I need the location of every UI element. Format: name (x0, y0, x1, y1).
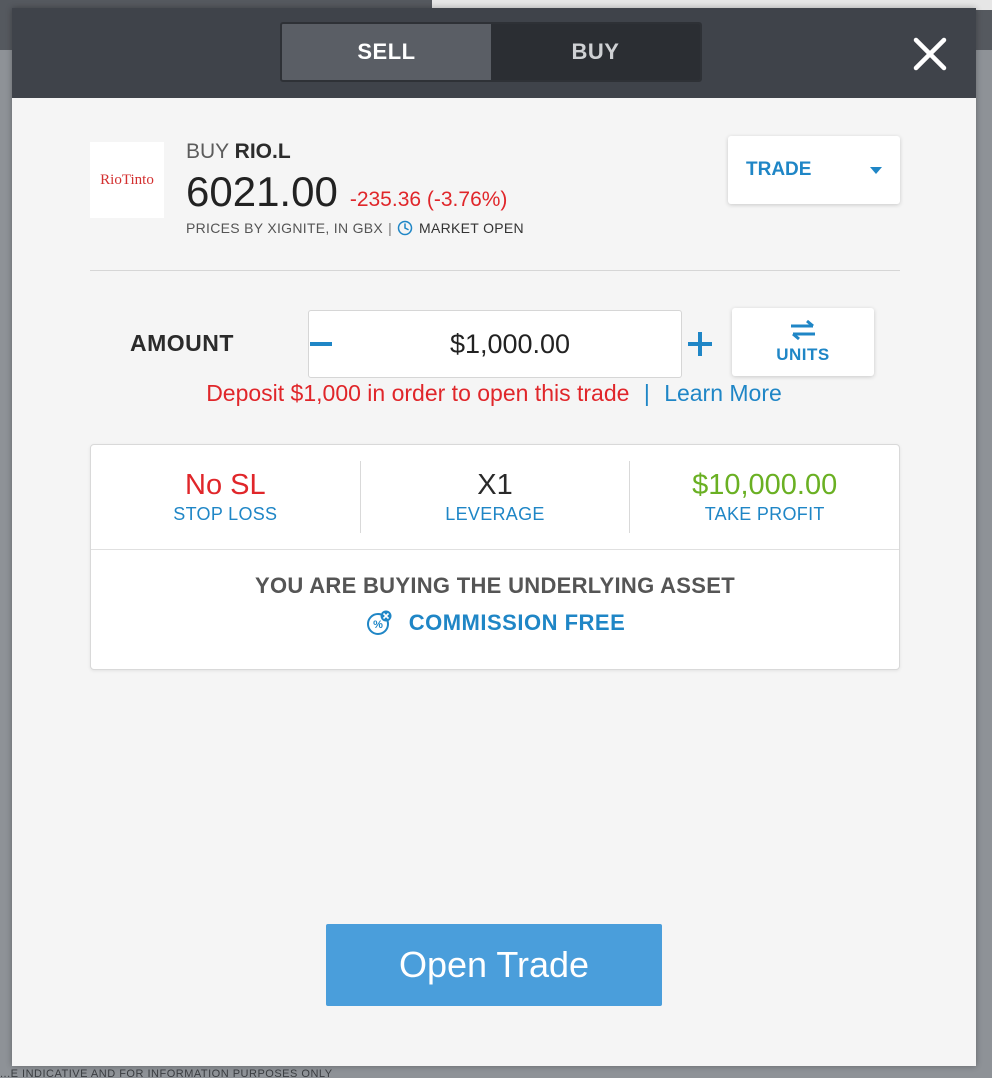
price-change: -235.36 (-3.76%) (349, 188, 508, 211)
section-divider (90, 270, 900, 271)
open-trade-button[interactable]: Open Trade (326, 924, 662, 1006)
trade-modal: SELL BUY RioTinto BUY RIO.L 6021.00 -235… (12, 8, 976, 1066)
order-type-label: TRADE (746, 159, 812, 180)
underlying-asset-notice: YOU ARE BUYING THE UNDERLYING ASSET (255, 573, 735, 598)
units-label: UNITS (776, 345, 830, 364)
take-profit-label: TAKE PROFIT (704, 504, 825, 524)
take-profit-setting[interactable]: $10,000.00 TAKE PROFIT (630, 445, 899, 549)
ticker-symbol: RIO.L (234, 140, 291, 163)
price-meta: PRICES BY XIGNITE, IN GBX | MARKET OPEN (186, 220, 524, 236)
commission-free-icon: % (366, 610, 392, 635)
learn-more-link[interactable]: Learn More (664, 380, 782, 406)
price-line: 6021.00 -235.36 (-3.76%) (186, 168, 507, 216)
take-profit-value: $10,000.00 (692, 469, 838, 501)
trade-stats-row: No SL STOP LOSS X1 LEVERAGE $10,000.00 T… (91, 445, 899, 549)
svg-text:%: % (373, 619, 383, 631)
sell-buy-toggle: SELL BUY (280, 22, 702, 82)
logo-text: RioTinto (100, 171, 154, 188)
buy-tab[interactable]: BUY (491, 24, 700, 80)
prices-source: PRICES BY XIGNITE, IN GBX (186, 220, 384, 236)
plus-icon (688, 332, 712, 356)
current-price: 6021.00 (186, 168, 338, 215)
modal-content: RioTinto BUY RIO.L 6021.00 -235.36 (-3.7… (12, 98, 976, 1066)
card-divider (91, 549, 899, 550)
stop-loss-label: STOP LOSS (173, 504, 278, 524)
commission-free-row: % COMMISSION FREE (91, 609, 899, 637)
close-icon (913, 37, 947, 71)
trade-settings-card: No SL STOP LOSS X1 LEVERAGE $10,000.00 T… (90, 444, 900, 670)
swap-arrows-icon (791, 319, 815, 341)
market-status: MARKET OPEN (419, 220, 524, 236)
deposit-warning: Deposit $1,000 in order to open this tra… (12, 380, 976, 407)
background-disclaimer: ...E INDICATIVE AND FOR INFORMATION PURP… (0, 1068, 333, 1078)
clock-icon (397, 220, 413, 236)
close-button[interactable] (910, 34, 950, 74)
leverage-setting[interactable]: X1 LEVERAGE (361, 445, 630, 549)
meta-separator: | (388, 220, 393, 236)
action-verb: BUY (186, 140, 229, 163)
units-toggle-button[interactable]: UNITS (732, 308, 874, 376)
stop-loss-setting[interactable]: No SL STOP LOSS (91, 445, 360, 549)
commission-free-label: COMMISSION FREE (408, 610, 626, 635)
background-right-panel (976, 50, 992, 1078)
background-left-panel (0, 50, 12, 1078)
minus-icon (310, 342, 332, 346)
instrument-logo: RioTinto (90, 142, 164, 218)
amount-input-group (308, 310, 712, 378)
decrease-amount-button[interactable] (309, 311, 333, 377)
leverage-label: LEVERAGE (445, 504, 545, 524)
instrument-title: BUY RIO.L (186, 140, 291, 164)
deposit-separator: | (643, 380, 650, 406)
modal-header: SELL BUY (12, 8, 976, 98)
sell-tab[interactable]: SELL (282, 24, 491, 80)
amount-input[interactable] (333, 328, 687, 360)
amount-label: AMOUNT (130, 330, 234, 356)
increase-amount-button[interactable] (687, 311, 713, 377)
stop-loss-value: No SL (185, 469, 266, 501)
order-type-dropdown[interactable]: TRADE (728, 136, 900, 204)
deposit-message: Deposit $1,000 in order to open this tra… (206, 380, 630, 406)
chevron-down-icon (870, 166, 882, 174)
leverage-value: X1 (477, 469, 513, 501)
